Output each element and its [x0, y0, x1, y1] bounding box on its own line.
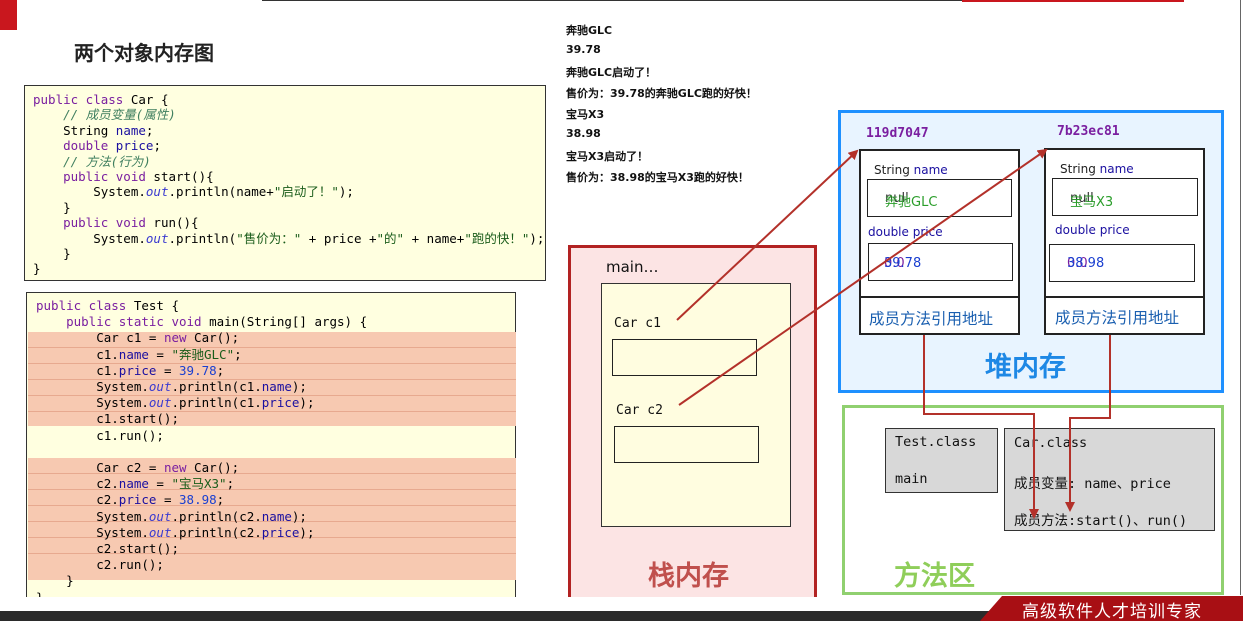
arrow-c1-to-object1 — [676, 149, 859, 321]
arrow-object2-to-methods — [1065, 335, 1111, 512]
footer-slogan: 高级软件人才培训专家 — [1022, 602, 1202, 621]
reference-arrows — [676, 148, 1111, 519]
arrow-c2-to-object2 — [678, 148, 1048, 406]
arrow-object1-to-methods — [923, 335, 1039, 519]
